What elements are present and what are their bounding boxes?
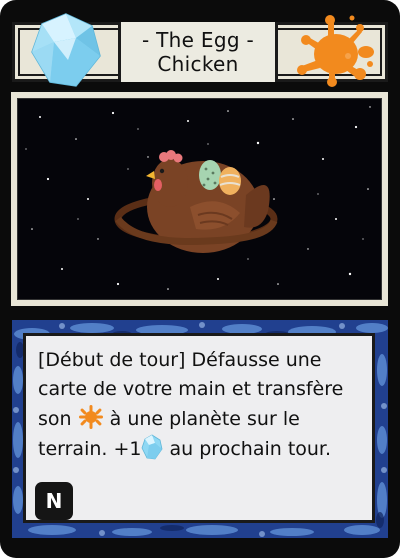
game-card[interactable]: - The Egg - Chicken [Début de tour] Défa… (0, 0, 400, 558)
crystal-gem-icon (142, 434, 163, 460)
crystal-gem-icon (31, 13, 101, 87)
rules-text-part-3: au prochain tour. (163, 438, 332, 460)
card-title-line-2: Chicken (157, 52, 239, 76)
orange-splat-icon (297, 15, 374, 87)
card-art-frame (11, 92, 388, 306)
rarity-badge: N (35, 482, 73, 520)
orange-splat-icon (78, 405, 103, 429)
rules-text-box: [Début de tour] Défausse une carte de vo… (23, 333, 375, 523)
card-art (17, 98, 382, 300)
card-title-line-1: - The Egg - (141, 28, 255, 52)
title-box: - The Egg - Chicken (118, 22, 278, 82)
chicken-planet-illustration (18, 99, 381, 299)
rules-text: [Début de tour] Défausse une carte de vo… (38, 346, 368, 464)
